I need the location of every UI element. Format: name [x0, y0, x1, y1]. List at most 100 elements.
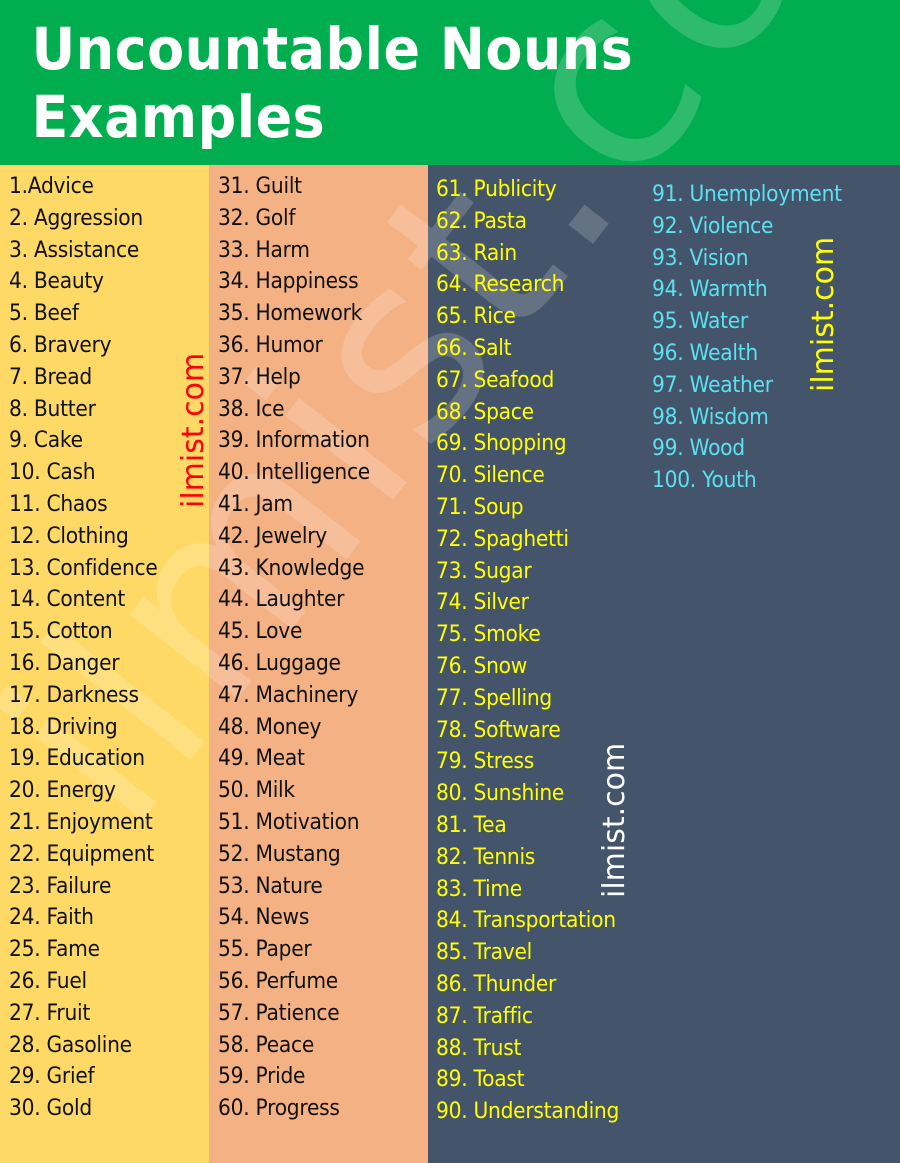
- noun-item: 7. Bread: [9, 364, 93, 390]
- noun-item: 46. Luggage: [218, 650, 341, 676]
- noun-item: 5. Beef: [9, 301, 79, 327]
- noun-item: 56. Perfume: [218, 968, 338, 994]
- noun-item: 36. Humor: [218, 332, 323, 358]
- noun-item: 2. Aggression: [9, 205, 143, 231]
- noun-item: 13. Confidence: [9, 555, 158, 581]
- noun-item: 89. Toast: [436, 1067, 525, 1093]
- noun-item: 63. Rain: [436, 240, 517, 266]
- noun-item: 68. Space: [436, 399, 534, 425]
- noun-item: 79. Stress: [436, 749, 535, 775]
- noun-item: 16. Danger: [9, 650, 120, 676]
- noun-item: 54. News: [218, 905, 310, 931]
- noun-item: 14. Content: [9, 587, 126, 613]
- noun-item: 61. Publicity: [436, 177, 557, 202]
- noun-item: 12. Clothing: [9, 523, 129, 549]
- noun-item: 88. Trust: [436, 1035, 522, 1061]
- noun-item: 8. Butter: [9, 396, 96, 422]
- noun-item: 75. Smoke: [436, 622, 541, 648]
- noun-item: 70. Silence: [436, 463, 545, 489]
- noun-item: 48. Money: [218, 714, 322, 740]
- watermark-red: ilmist.com: [176, 352, 211, 508]
- noun-item: 52. Mustang: [218, 841, 341, 867]
- noun-item: 47. Machinery: [218, 682, 359, 708]
- noun-item: 66. Salt: [436, 335, 512, 361]
- noun-item: 27. Fruit: [9, 1000, 91, 1026]
- noun-item: 33. Harm: [218, 237, 310, 263]
- noun-item: 41. Jam: [218, 491, 293, 517]
- noun-item: 73. Sugar: [436, 558, 532, 584]
- noun-item: 6. Bravery: [9, 332, 112, 358]
- noun-item: 83. Time: [436, 876, 522, 902]
- noun-item: 98. Wisdom: [652, 404, 769, 430]
- noun-item: 31. Guilt: [218, 174, 302, 199]
- noun-item: 57. Patience: [218, 1000, 340, 1026]
- noun-item: 78. Software: [436, 717, 561, 743]
- header-banner: Uncountable Nouns Examples: [0, 0, 900, 165]
- noun-item: 15. Cotton: [9, 619, 113, 645]
- noun-item: 55. Paper: [218, 937, 312, 963]
- noun-item: 44. Laughter: [218, 587, 345, 613]
- noun-item: 77. Spelling: [436, 685, 553, 711]
- noun-item: 29. Grief: [9, 1064, 95, 1090]
- noun-item: 99. Wood: [652, 436, 745, 462]
- noun-item: 53. Nature: [218, 873, 323, 899]
- noun-item: 60. Progress: [218, 1096, 340, 1122]
- noun-item: 45. Love: [218, 619, 303, 645]
- watermark-white: ilmist.com: [597, 742, 632, 898]
- noun-item: 23. Failure: [9, 873, 112, 899]
- noun-item: 85. Travel: [436, 940, 533, 966]
- noun-item: 38. Ice: [218, 396, 285, 422]
- noun-item: 62. Pasta: [436, 208, 527, 234]
- noun-item: 72. Spaghetti: [436, 526, 569, 552]
- noun-item: 90. Understanding: [436, 1099, 620, 1125]
- noun-item: 30. Gold: [9, 1096, 92, 1122]
- noun-item: 26. Fuel: [9, 968, 87, 994]
- noun-item: 4. Beauty: [9, 269, 104, 295]
- noun-item: 69. Shopping: [436, 431, 567, 457]
- noun-item: 24. Faith: [9, 905, 94, 931]
- noun-item: 34. Happiness: [218, 269, 359, 295]
- noun-item: 3. Assistance: [9, 237, 140, 263]
- page-title: Uncountable Nouns Examples: [31, 14, 634, 151]
- noun-item: 28. Gasoline: [9, 1032, 132, 1058]
- noun-list-3: 61. Publicity 62. Pasta 63. Rain 64. Resear…: [436, 174, 635, 1128]
- noun-item: 86. Thunder: [436, 971, 557, 997]
- noun-item: 59. Pride: [218, 1064, 306, 1090]
- noun-item: 65. Rice: [436, 304, 516, 330]
- noun-item: 49. Meat: [218, 746, 305, 772]
- noun-item: 32. Golf: [218, 205, 296, 231]
- noun-item: 35. Homework: [218, 301, 363, 327]
- noun-item: 87. Traffic: [436, 1003, 533, 1029]
- noun-list-2: 31. Guilt 32. Golf 33. Harm 34. Happiness 35…: [218, 171, 383, 1125]
- noun-item: 10. Cash: [9, 460, 96, 486]
- noun-item: 11. Chaos: [9, 491, 108, 517]
- noun-item: 82. Tennis: [436, 844, 536, 870]
- watermark-yellow: ilmist.com: [806, 236, 841, 392]
- noun-item: 71. Soup: [436, 494, 524, 520]
- noun-item: 1.Advice: [9, 174, 94, 199]
- noun-item: 80. Sunshine: [436, 781, 565, 807]
- noun-item: 18. Driving: [9, 714, 118, 740]
- noun-item: 76. Snow: [436, 653, 528, 679]
- noun-item: 74. Silver: [436, 590, 529, 616]
- noun-list-1: 1.Advice 2. Aggression 3. Assistance 4. Bea…: [9, 171, 170, 1125]
- noun-item: 40. Intelligence: [218, 460, 370, 486]
- noun-item: 21. Enjoyment: [9, 809, 153, 835]
- noun-item: 91. Unemployment: [652, 182, 842, 207]
- noun-item: 25. Fame: [9, 937, 100, 963]
- noun-item: 22. Equipment: [9, 841, 154, 867]
- noun-item: 9. Cake: [9, 428, 83, 454]
- noun-item: 17. Darkness: [9, 682, 139, 708]
- noun-item: 84. Transportation: [436, 908, 616, 934]
- noun-item: 64. Research: [436, 272, 565, 298]
- noun-item: 39. Information: [218, 428, 370, 454]
- noun-item: 67. Seafood: [436, 367, 555, 393]
- noun-item: 37. Help: [218, 364, 301, 390]
- noun-item: 42. Jewelry: [218, 523, 327, 549]
- noun-item: 58. Peace: [218, 1032, 315, 1058]
- noun-item: 43. Knowledge: [218, 555, 365, 581]
- noun-item: 20. Energy: [9, 778, 116, 804]
- noun-item: 50. Milk: [218, 778, 295, 804]
- noun-item: 19. Education: [9, 746, 145, 772]
- noun-item: 51. Motivation: [218, 809, 360, 835]
